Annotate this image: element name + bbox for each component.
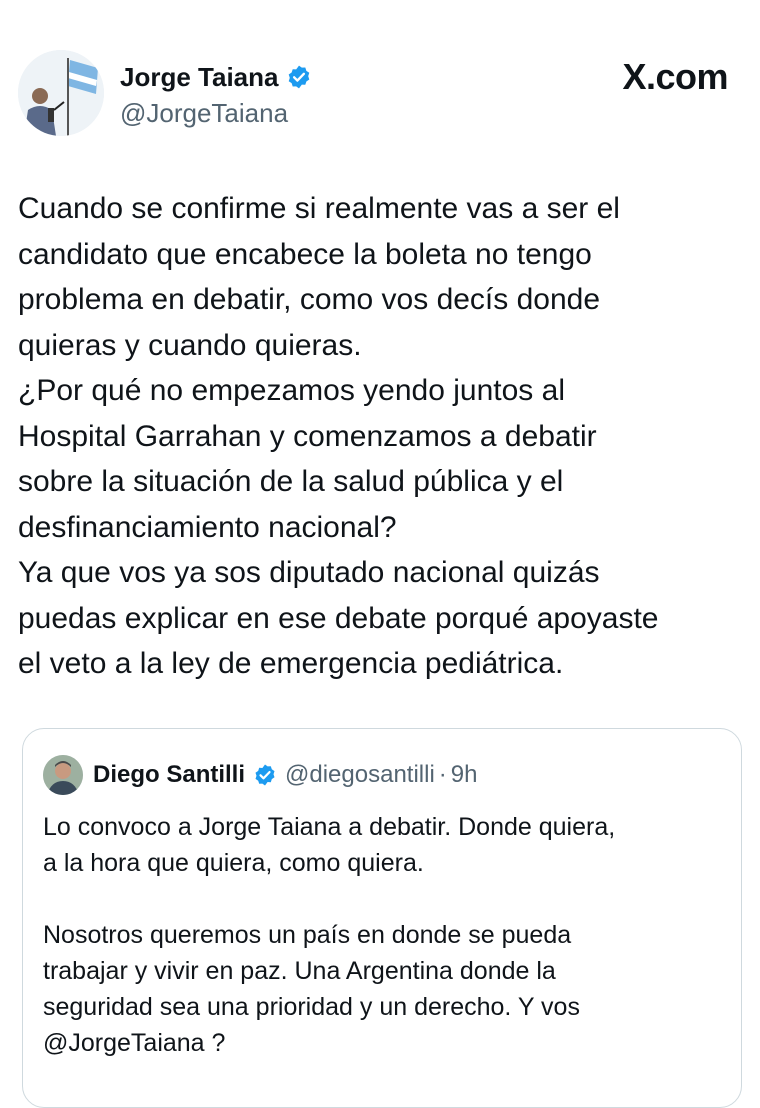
- quoted-author-avatar[interactable]: [43, 755, 83, 795]
- quoted-tweet-card[interactable]: Diego Santilli @diegosantilli · 9h Lo co…: [22, 728, 742, 1108]
- tweet-header: Jorge Taiana @JorgeTaiana X.com: [18, 50, 728, 140]
- profile-photo-icon: [18, 50, 104, 136]
- quoted-author-handle[interactable]: @diegosantilli: [285, 761, 435, 789]
- separator-dot: ·: [438, 761, 447, 788]
- quoted-tweet-body: Lo convoco a Jorge Taiana a debatir. Don…: [43, 813, 616, 1057]
- quoted-tweet-header: Diego Santilli @diegosantilli · 9h: [43, 755, 478, 795]
- author-info: Jorge Taiana @JorgeTaiana: [120, 60, 312, 129]
- quoted-timestamp[interactable]: 9h: [451, 761, 478, 789]
- author-avatar[interactable]: [18, 50, 104, 136]
- verified-badge-icon: [255, 764, 275, 786]
- quoted-author-name[interactable]: Diego Santilli: [93, 761, 245, 789]
- verified-badge-icon: [289, 65, 310, 89]
- author-handle[interactable]: @JorgeTaiana: [120, 98, 312, 129]
- x-brand-logo: X.com: [622, 56, 728, 97]
- tweet-body: Cuando se confirme si realmente vas a se…: [18, 192, 659, 680]
- author-name[interactable]: Jorge Taiana: [120, 62, 278, 93]
- profile-photo-man-icon: [43, 755, 83, 795]
